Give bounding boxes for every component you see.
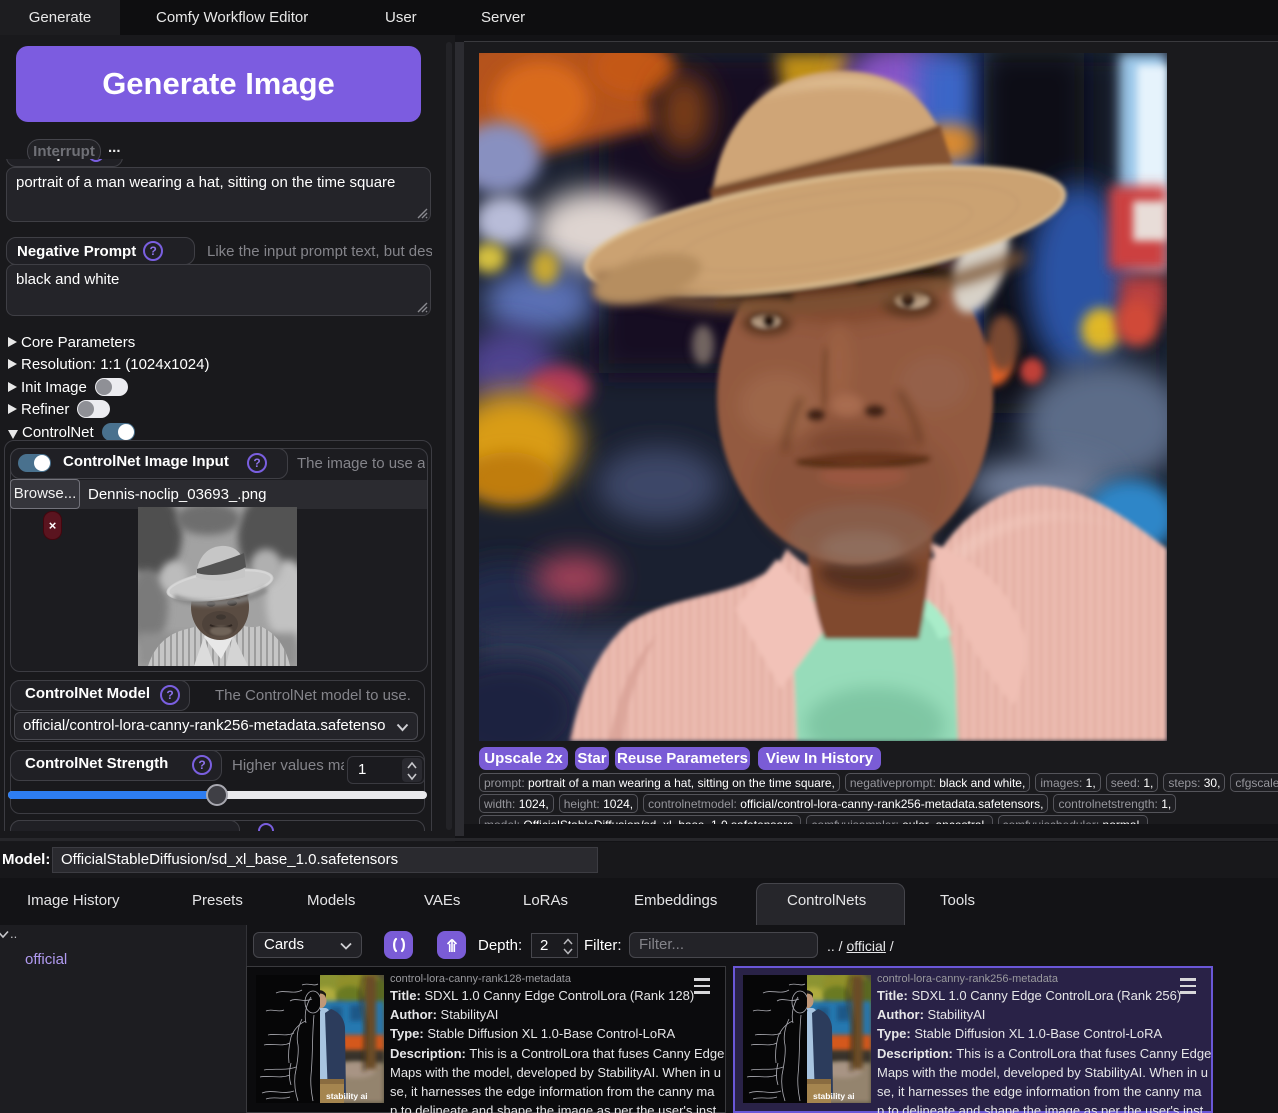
svg-text:stability ai: stability ai xyxy=(326,1091,368,1101)
svg-text:stability ai: stability ai xyxy=(813,1091,855,1101)
